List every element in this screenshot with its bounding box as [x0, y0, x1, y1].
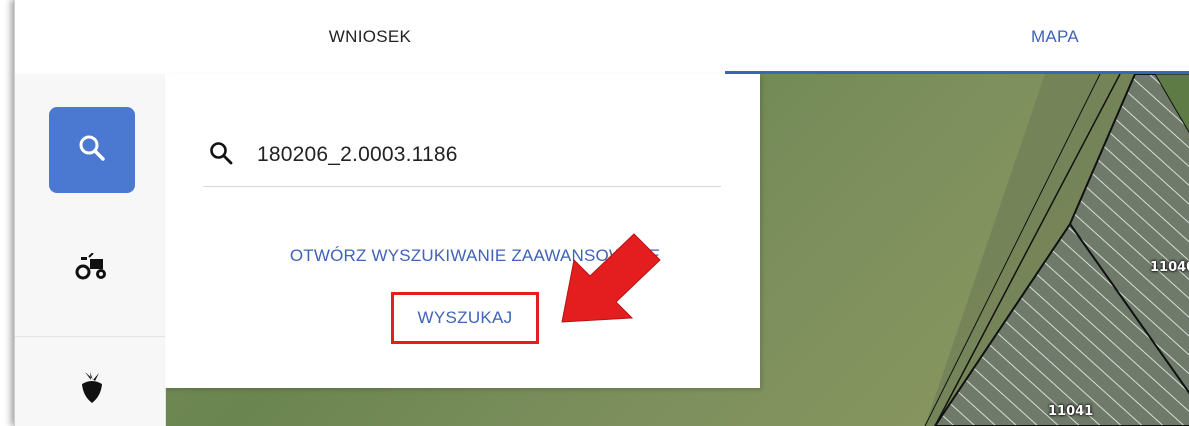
- tractor-icon: [75, 251, 109, 286]
- parcel-label: 11040: [1150, 260, 1189, 275]
- crop-tool-button[interactable]: [49, 346, 135, 426]
- sidebar-divider: [15, 336, 165, 337]
- beet-icon: [79, 370, 105, 409]
- tab-bar: WNIOSEK MAPA: [15, 0, 1189, 74]
- search-button[interactable]: WYSZUKAJ: [391, 292, 539, 344]
- active-tab-indicator: [725, 71, 1189, 74]
- search-field[interactable]: 180206_2.0003.1186: [203, 124, 721, 187]
- annotation-arrow-icon: [561, 233, 661, 323]
- parcel-label: 11041: [1048, 404, 1094, 419]
- search-icon: [78, 134, 106, 167]
- search-tool-button[interactable]: [49, 107, 135, 193]
- tab-wniosek[interactable]: WNIOSEK: [15, 0, 725, 74]
- app-window: 11040 11041 WNIOSEK MAPA: [14, 0, 1189, 426]
- search-input[interactable]: 180206_2.0003.1186: [257, 143, 458, 167]
- search-panel: 180206_2.0003.1186 OTWÓRZ WYSZUKIWANIE Z…: [165, 74, 760, 388]
- tab-mapa[interactable]: MAPA: [725, 0, 1189, 74]
- advanced-search-link[interactable]: OTWÓRZ WYSZUKIWANIE ZAAWANSOWANE: [165, 246, 785, 266]
- tractor-tool-button[interactable]: [49, 226, 135, 312]
- map-tools-sidebar: [15, 74, 166, 426]
- search-icon: [209, 141, 233, 170]
